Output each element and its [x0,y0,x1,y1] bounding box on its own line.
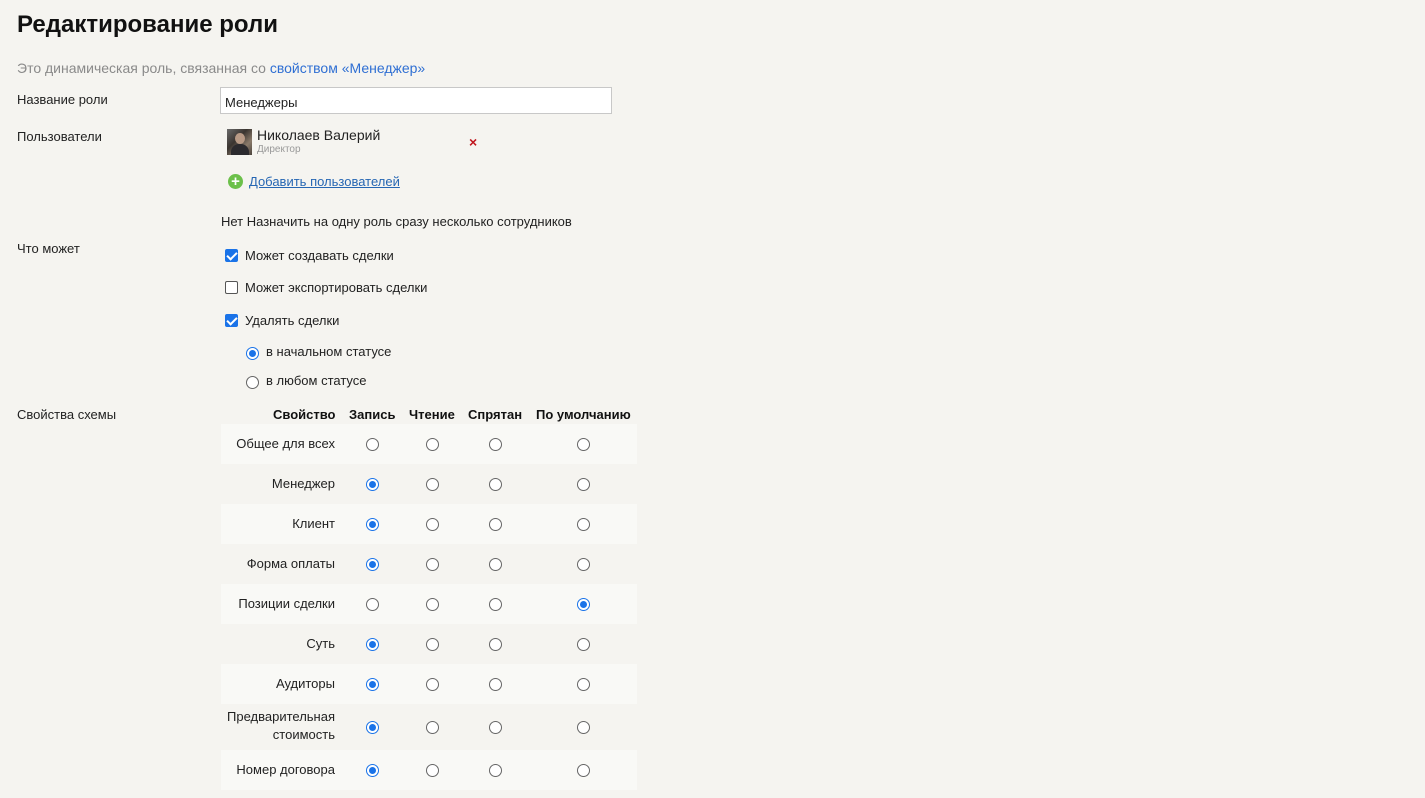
property-name: Клиент [292,516,335,531]
property-name: Менеджер [271,476,335,491]
role-name-label: Название роли [17,92,108,107]
user-name[interactable]: Николаев Валерий [257,127,380,143]
property-name: Суть [306,636,335,651]
users-label: Пользователи [17,129,102,144]
access-radio[interactable] [489,764,502,777]
property-name: Номер договора [236,762,335,777]
table-row: Аудиторы [221,664,637,704]
delete-scope-label[interactable]: в начальном статусе [266,344,391,359]
table-row: Суть [221,624,637,664]
role-name-input[interactable] [220,87,612,114]
table-row: Позиции сделки [221,584,637,624]
dynamic-role-note-text: Это динамическая роль, связанная со [17,60,270,76]
manager-property-link[interactable]: свойством «Менеджер» [270,60,425,76]
access-radio[interactable] [366,764,379,777]
access-radio[interactable] [426,598,439,611]
access-radio[interactable] [577,638,590,651]
access-radio[interactable] [577,518,590,531]
access-radio[interactable] [366,598,379,611]
access-radio[interactable] [426,438,439,451]
access-radio[interactable] [366,478,379,491]
access-radio[interactable] [366,438,379,451]
access-radio[interactable] [489,558,502,571]
access-radio[interactable] [577,478,590,491]
schema-label: Свойства схемы [17,407,117,422]
access-radio[interactable] [577,721,590,734]
access-radio[interactable] [489,678,502,691]
add-icon[interactable]: + [228,174,243,189]
access-radio[interactable] [426,764,439,777]
avatar [227,129,252,155]
dynamic-role-note: Это динамическая роль, связанная со свой… [17,60,425,76]
access-radio[interactable] [489,478,502,491]
delete-scope-label[interactable]: в любом статусе [266,373,367,388]
access-radio[interactable] [426,638,439,651]
access-radio[interactable] [366,558,379,571]
table-row: Общее для всех [221,424,637,464]
table-row: Форма оплаты [221,544,637,584]
access-radio[interactable] [426,478,439,491]
multi-assign-note: Нет Назначить на одну роль сразу несколь… [221,214,572,229]
remove-user-icon[interactable]: × [469,135,477,149]
property-name: Форма оплаты [246,556,335,571]
column-header: По умолчанию [536,407,631,422]
column-header: Запись [349,407,396,422]
access-radio[interactable] [577,438,590,451]
access-radio[interactable] [489,638,502,651]
permission-label[interactable]: Может экспортировать сделки [245,280,427,295]
can-do-label: Что может [17,241,80,256]
table-row: Менеджер [221,464,637,504]
property-name: Предварительная стоимость [227,709,335,742]
property-name: Общее для всех [236,436,335,451]
access-radio[interactable] [366,678,379,691]
access-radio[interactable] [426,721,439,734]
permission-label[interactable]: Удалять сделки [245,313,339,328]
access-radio[interactable] [577,764,590,777]
property-name: Позиции сделки [238,596,335,611]
permission-checkbox[interactable] [225,249,238,262]
access-radio[interactable] [577,678,590,691]
permission-checkbox[interactable] [225,281,238,294]
access-radio[interactable] [366,721,379,734]
column-header: Свойство [273,407,336,422]
user-role: Директор [257,144,301,155]
delete-scope-radio[interactable] [246,347,259,360]
access-radio[interactable] [426,518,439,531]
property-name: Аудиторы [275,676,335,691]
table-row: Клиент [221,504,637,544]
access-radio[interactable] [489,721,502,734]
access-radio[interactable] [489,598,502,611]
add-users-link[interactable]: Добавить пользователей [249,174,400,189]
access-radio[interactable] [366,638,379,651]
table-row: Номер договора [221,750,637,790]
access-radio[interactable] [577,598,590,611]
permission-label[interactable]: Может создавать сделки [245,248,394,263]
column-header: Чтение [409,407,455,422]
access-radio[interactable] [489,518,502,531]
table-row: Предварительная стоимость [221,704,637,750]
access-radio[interactable] [426,678,439,691]
access-radio[interactable] [366,518,379,531]
access-radio[interactable] [489,438,502,451]
access-radio[interactable] [577,558,590,571]
access-radio[interactable] [426,558,439,571]
page-title: Редактирование роли [17,11,278,38]
delete-scope-radio[interactable] [246,376,259,389]
permission-checkbox[interactable] [225,314,238,327]
column-header: Спрятан [468,407,523,422]
